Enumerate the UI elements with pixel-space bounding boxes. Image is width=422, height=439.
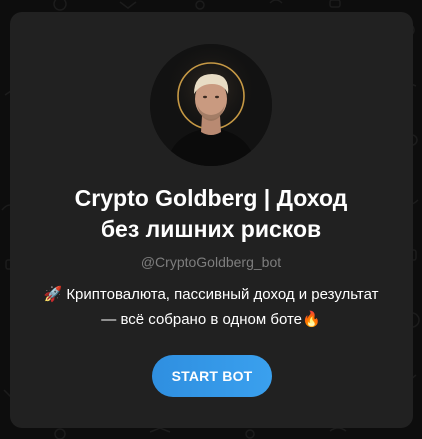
start-bot-button[interactable]: START BOT xyxy=(152,355,272,397)
bot-description-line-1: 🚀 Криптовалюта, пассивный доход и резуль… xyxy=(43,286,379,303)
bot-name-line-2: без лишних рисков xyxy=(100,216,322,242)
bot-name-line-1: Crypto Goldberg | Доход xyxy=(74,185,348,211)
profile-photo-icon xyxy=(150,44,272,166)
bot-username: @CryptoGoldberg_bot xyxy=(140,254,282,270)
bot-description-line-2: — всё собрано в одном боте🔥 xyxy=(101,311,321,328)
bot-description: 🚀 Криптовалюта, пассивный доход и резуль… xyxy=(20,282,402,332)
bot-name: Crypto Goldberg | Доход без лишних риско… xyxy=(20,183,402,245)
bot-avatar xyxy=(150,44,272,166)
